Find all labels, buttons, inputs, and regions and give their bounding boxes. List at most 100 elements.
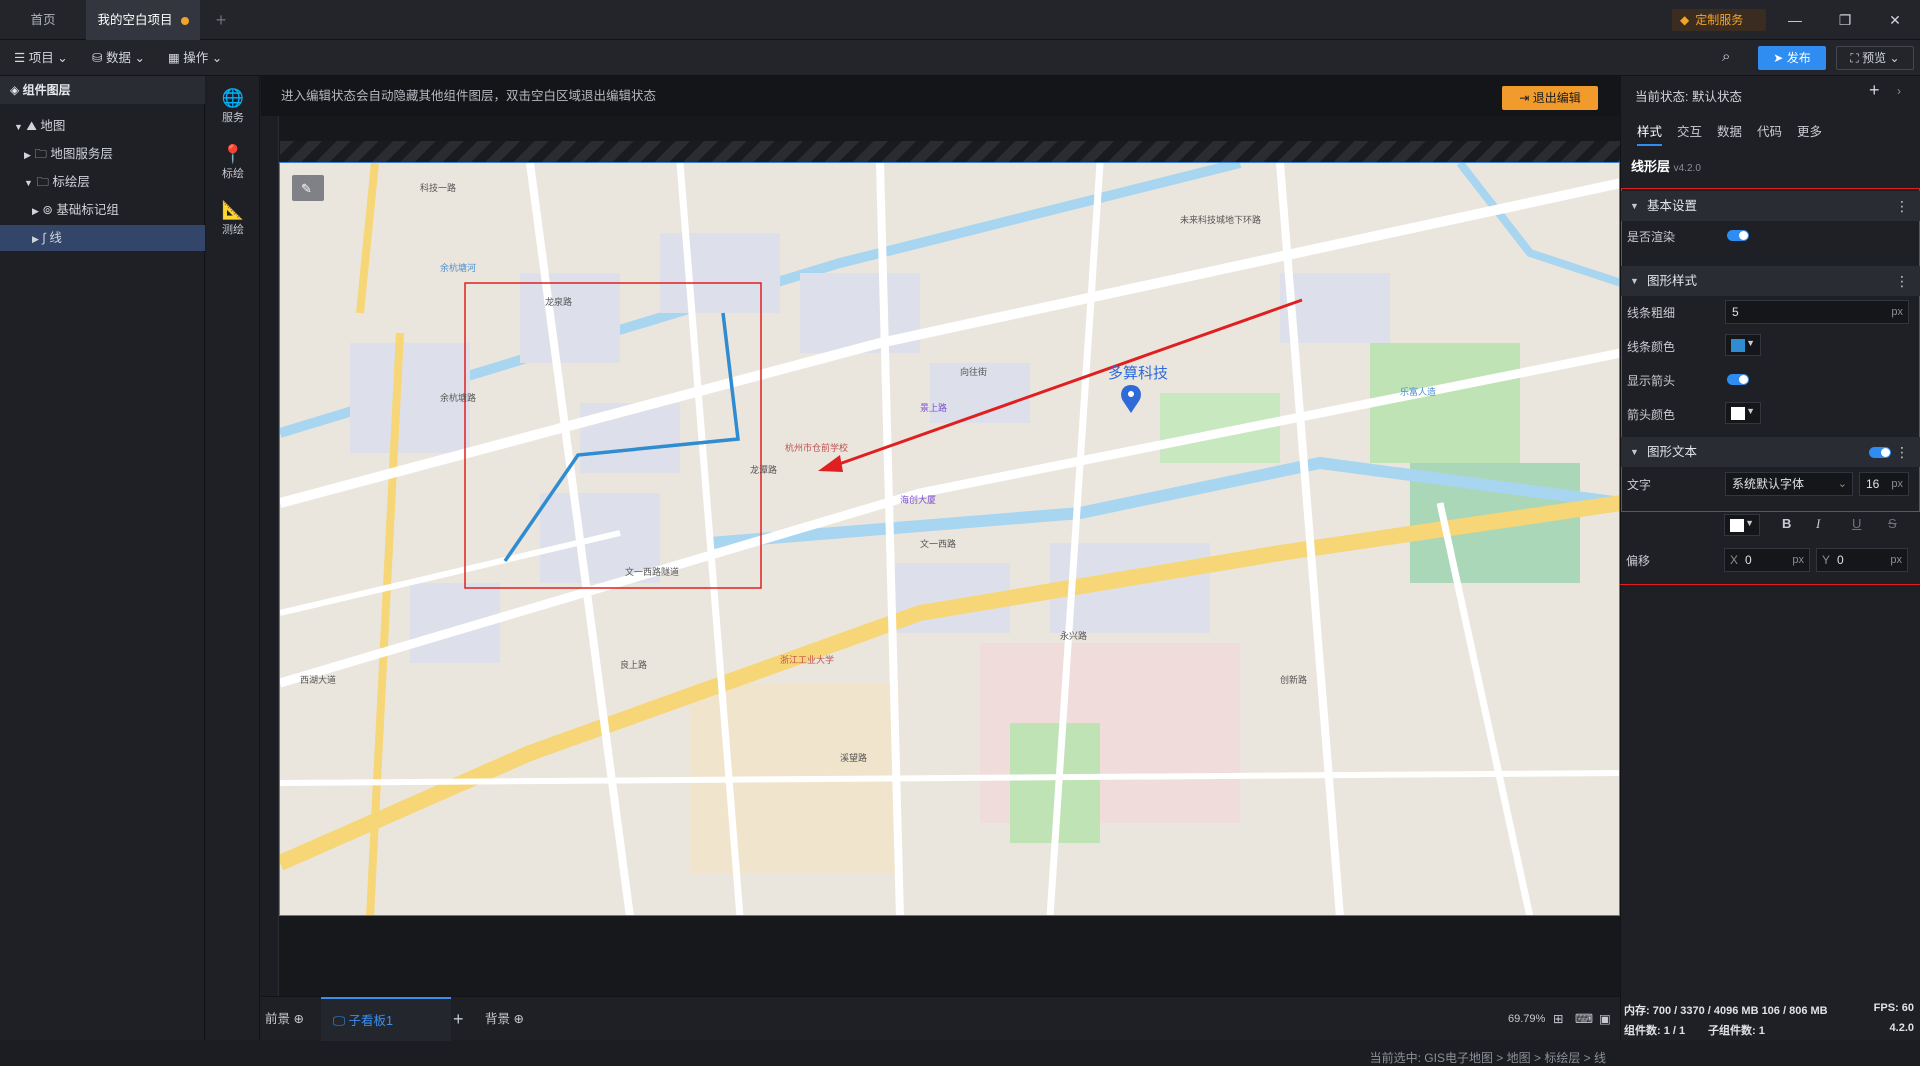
- section-shape-text[interactable]: ▼ 图形文本 ⋮: [1621, 437, 1920, 467]
- exit-icon: ⇥: [1519, 91, 1530, 105]
- menu-operation[interactable]: ▦ 操作 ⌄: [168, 40, 222, 76]
- add-board-button[interactable]: +: [453, 997, 464, 1041]
- tab-code[interactable]: 代码: [1757, 118, 1782, 146]
- custom-service-label: 定制服务: [1695, 13, 1744, 27]
- publish-label: 发布: [1786, 51, 1811, 65]
- custom-service-button[interactable]: ◆ 定制服务: [1672, 9, 1766, 31]
- add-state-button[interactable]: +: [1869, 80, 1880, 101]
- shape-text-toggle[interactable]: [1869, 447, 1891, 458]
- minimize-button[interactable]: —: [1772, 0, 1818, 40]
- strip-plot-button[interactable]: 📍 标绘: [206, 144, 260, 200]
- road-label: 永兴路: [1060, 630, 1087, 641]
- section-shape-text-label: 图形文本: [1647, 445, 1698, 459]
- more-vertical-icon[interactable]: ⋮: [1895, 266, 1909, 296]
- tab-home[interactable]: 首页: [0, 0, 86, 40]
- menu-operation-label: 操作: [183, 51, 209, 65]
- marker-dot: [1128, 391, 1134, 397]
- strikethrough-icon[interactable]: S: [1888, 516, 1897, 531]
- exit-edit-button[interactable]: ⇥ 退出编辑: [1502, 86, 1598, 110]
- chevron-down-icon: ⌄: [57, 51, 68, 65]
- tab-interaction[interactable]: 交互: [1677, 118, 1702, 146]
- arrow-color-picker[interactable]: ▼: [1725, 402, 1761, 424]
- background-tab[interactable]: 背景 ⊕: [485, 997, 524, 1041]
- tab-project[interactable]: 我的空白项目: [86, 0, 200, 40]
- line-icon: ∫: [42, 231, 46, 245]
- strip-service-button[interactable]: 🌐 服务: [206, 88, 260, 144]
- section-basic[interactable]: ▼ 基本设置 ⋮: [1621, 191, 1920, 221]
- underline-icon[interactable]: U: [1852, 516, 1861, 531]
- state-value: 默认状态: [1691, 90, 1742, 104]
- render-toggle[interactable]: [1727, 230, 1749, 241]
- preview-label: 预览: [1862, 51, 1887, 65]
- unsaved-dot: [180, 16, 189, 25]
- strip-survey-button[interactable]: 📐 测绘: [206, 200, 260, 256]
- show-arrow-toggle[interactable]: [1727, 374, 1749, 385]
- font-size-value: 16: [1866, 477, 1880, 491]
- search-icon[interactable]: ⌕: [1722, 48, 1730, 65]
- offset-x-input[interactable]: X 0 px: [1724, 548, 1810, 572]
- database-icon: ⛁: [92, 51, 103, 65]
- section-shape-style[interactable]: ▼ 图形样式 ⋮: [1621, 266, 1920, 296]
- location-marker-icon[interactable]: [1121, 385, 1141, 413]
- offset-x-value: 0: [1745, 553, 1752, 567]
- title-bar: 首页 我的空白项目 + ◆ 定制服务 — ❐ ✕: [0, 0, 1920, 40]
- state-label: 当前状态:: [1635, 90, 1689, 104]
- tab-more[interactable]: 更多: [1797, 118, 1822, 146]
- chevron-down-icon: ⌄: [1889, 51, 1900, 65]
- text-color-picker[interactable]: ▼: [1724, 514, 1760, 536]
- tree-item-plot-layer[interactable]: ▼ 🗀 标绘层: [0, 169, 205, 195]
- line-width-input[interactable]: 5 px: [1725, 300, 1909, 324]
- tree-item-marker-group[interactable]: ▶ ⊚ 基础标记组: [0, 197, 205, 223]
- map-svg[interactable]: 多算科技 科技一路 龙泉路 余杭塘路 余杭塘河 未来科技城地下环路 龙潭路 文一…: [280, 163, 1620, 916]
- terminal-icon[interactable]: ▣: [1599, 997, 1611, 1041]
- tree-item-map-service[interactable]: ▶ 🗀 地图服务层: [0, 141, 205, 167]
- caret-down-icon: ▼: [1746, 406, 1755, 416]
- caret-down-icon: ▼: [1746, 338, 1755, 348]
- add-board-label: +: [453, 1009, 464, 1029]
- folder-icon: 🗀: [34, 147, 47, 161]
- italic-icon[interactable]: I: [1816, 516, 1820, 532]
- breadcrumb-text: 当前选中: GIS电子地图 > 地图 > 标绘层 > 线: [1369, 1051, 1606, 1065]
- bold-icon[interactable]: B: [1782, 516, 1791, 531]
- font-size-input[interactable]: 16 px: [1859, 472, 1909, 496]
- line-width-value: 5: [1732, 305, 1739, 319]
- preview-button[interactable]: ⛶ 预览 ⌄: [1836, 46, 1914, 70]
- line-color-picker[interactable]: ▼: [1725, 334, 1761, 356]
- road-label: 余杭塘路: [440, 392, 476, 403]
- close-button[interactable]: ✕: [1872, 0, 1918, 40]
- caret-down-icon: ▼: [1745, 518, 1754, 528]
- sub-board-tab[interactable]: 🖵 子看板1: [321, 997, 451, 1041]
- tree-item-map[interactable]: ▼ ⛰ 地图: [0, 113, 205, 139]
- menu-data[interactable]: ⛁ 数据 ⌄: [92, 40, 145, 76]
- tree-label: 地图服务层: [50, 147, 113, 161]
- render-label: 是否渲染: [1627, 230, 1676, 244]
- font-select[interactable]: 系统默认字体 ⌄: [1725, 472, 1853, 496]
- more-vertical-icon[interactable]: ⋮: [1895, 437, 1909, 467]
- publish-button[interactable]: ➤ 发布: [1758, 46, 1826, 70]
- road-label: 未来科技城地下环路: [1180, 214, 1261, 225]
- tab-data[interactable]: 数据: [1717, 118, 1742, 146]
- offset-y-input[interactable]: Y 0 px: [1816, 548, 1908, 572]
- grid-icon: ▦: [168, 51, 180, 65]
- layer-panel-title: 组件图层: [22, 83, 71, 97]
- layer-panel-header: ◈ 组件图层: [0, 76, 205, 104]
- chevron-right-icon[interactable]: ›: [1897, 84, 1901, 98]
- tab-style[interactable]: 样式: [1637, 118, 1663, 146]
- keyboard-icon[interactable]: ⌨: [1575, 997, 1593, 1041]
- offset-y-value: 0: [1837, 553, 1844, 567]
- add-tab-button[interactable]: +: [206, 0, 236, 40]
- tree-label: 线: [49, 231, 62, 245]
- offset-y-label: Y: [1822, 553, 1831, 567]
- menu-data-label: 数据: [105, 51, 131, 65]
- caret-down-icon: ▼: [1630, 276, 1639, 286]
- map-view[interactable]: 多算科技 科技一路 龙泉路 余杭塘路 余杭塘河 未来科技城地下环路 龙潭路 文一…: [279, 162, 1620, 916]
- unit-label: px: [1792, 554, 1804, 566]
- map-icon: ⛰: [26, 119, 37, 133]
- tree-item-line[interactable]: ▶ ∫ 线: [0, 225, 205, 251]
- offset-x-label: X: [1730, 553, 1739, 567]
- restore-button[interactable]: ❐: [1822, 0, 1868, 40]
- fit-screen-icon[interactable]: ⊞: [1553, 997, 1563, 1041]
- foreground-tab[interactable]: 前景 ⊕: [265, 997, 304, 1041]
- more-vertical-icon[interactable]: ⋮: [1895, 191, 1909, 221]
- menu-project[interactable]: ☰ 项目 ⌄: [14, 40, 68, 76]
